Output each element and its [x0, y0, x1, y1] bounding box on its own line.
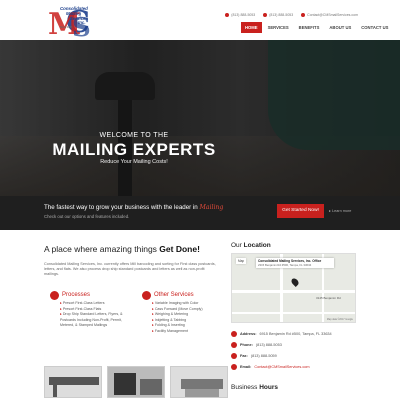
phone-icon: [225, 13, 230, 17]
business-hours-title: Business Hours: [231, 384, 278, 391]
map-card-address: 2315 Benjamin Rd #500, Tampa, FL 33634: [258, 263, 312, 267]
map-info-card[interactable]: Consolidated Mailing Services, Inc. Offi…: [256, 258, 334, 268]
equipment-photo[interactable]: [107, 366, 165, 398]
learn-more-link[interactable]: ▸ Learn more: [329, 208, 351, 213]
list-item: Facility Management: [152, 329, 216, 335]
hero-subtitle: WELCOME TO THE: [99, 132, 169, 139]
main-nav: HOME SERVICES BENEFITS ABOUT US CONTACT …: [241, 22, 392, 33]
phone-contact[interactable]: (813) 888-5053: [225, 13, 255, 17]
nav-benefits[interactable]: BENEFITS: [295, 22, 324, 33]
hero-banner: WELCOME TO THE MAILING EXPERTS Reduce Yo…: [0, 40, 400, 196]
map-type-toggle[interactable]: Map: [236, 258, 247, 264]
nav-about-us[interactable]: ABOUT US: [325, 22, 355, 33]
top-contact-bar: (813) 888-5053 (813) 888-5053 Contact@CM…: [225, 13, 358, 17]
machine-shape: [53, 385, 57, 397]
nav-home[interactable]: HOME: [241, 22, 262, 33]
fax-row: Fax: (813) 888-5059: [231, 353, 277, 359]
map-pin-icon[interactable]: [290, 277, 300, 287]
map-place-label: 3145 Benjamin Rd: [316, 296, 341, 300]
machine-shape: [114, 373, 136, 395]
location-title: Our Location: [231, 242, 271, 249]
machine-shape: [185, 389, 219, 397]
processes-list: Presort First-Class Letters Presort Firs…: [60, 301, 124, 329]
nav-services[interactable]: SERVICES: [264, 22, 293, 33]
email-contact[interactable]: Contact@CMSmailServices.com: [301, 13, 358, 17]
intro-paragraph: Consolidated Mailing Services, Inc. curr…: [44, 262, 216, 277]
location-icon: [231, 331, 237, 337]
machine-shape: [140, 379, 162, 395]
fax-icon: [231, 353, 237, 359]
address-row: Address: 6915 Benjamin Rd #500, Tampa, FL…: [231, 331, 332, 337]
cta-headline: The fastest way to grow your business wi…: [44, 204, 224, 211]
hero-overlay: [0, 40, 400, 196]
get-started-button[interactable]: Get Started Now!: [277, 204, 324, 218]
email-link[interactable]: Contact@CMSmailServices.com: [254, 365, 309, 369]
list-item: Drop Ship Standard Letters, Flyers, & Po…: [60, 312, 124, 329]
other-services-list: Variable Imaging with Color Cass Forward…: [152, 301, 216, 335]
mail-stack-icon: [142, 291, 151, 300]
mail-icon: [231, 364, 237, 370]
fax-contact[interactable]: (813) 888-5053: [263, 13, 293, 17]
envelope-icon: [50, 291, 59, 300]
map-credit: Map data ©2017 Google: [326, 318, 353, 321]
hero-tagline: Reduce Your Mailing Costs!: [100, 159, 168, 165]
hero-title: MAILING EXPERTS: [52, 140, 216, 159]
processes-title: Processes: [62, 292, 91, 298]
equipment-photo[interactable]: [44, 366, 102, 398]
mail-icon: [301, 13, 306, 17]
location-map[interactable]: Map Consolidated Mailing Services, Inc. …: [231, 253, 356, 323]
phone-row: Phone: (813) 888-5053: [231, 342, 282, 348]
header: C M S Consolidated Mailing Services Inc.…: [0, 0, 400, 40]
equipment-photo[interactable]: [170, 366, 228, 398]
machine-shape: [181, 379, 223, 389]
other-services-title: Other Services: [154, 292, 194, 298]
machine-shape: [49, 377, 99, 385]
logo-text: Consolidated Mailing Services Inc. Since…: [60, 6, 89, 30]
phone-icon: [231, 342, 237, 348]
print-icon: [263, 13, 268, 17]
section-title: A place where amazing things Get Done!: [44, 244, 200, 254]
map-road: [232, 312, 355, 314]
cta-subtext: Check out our options and features inclu…: [44, 214, 130, 219]
nav-contact-us[interactable]: CONTACT US: [357, 22, 392, 33]
email-row: Email: Contact@CMSmailServices.com: [231, 364, 310, 370]
cta-bar: The fastest way to grow your business wi…: [0, 196, 400, 230]
map-road: [232, 290, 355, 293]
